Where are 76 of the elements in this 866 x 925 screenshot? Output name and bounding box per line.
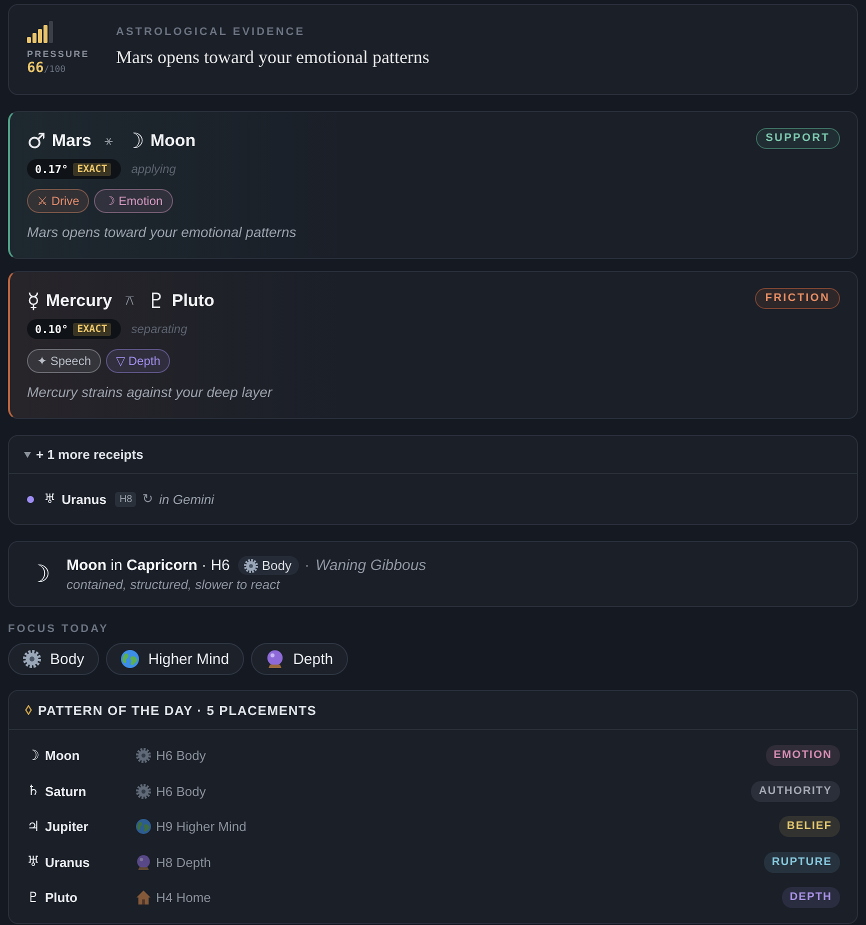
planet-symbol: ♇ <box>27 890 41 906</box>
pattern-title: PATTERN OF THE DAY · 5 PLACEMENTS <box>38 702 317 718</box>
theme-tag: ✦ Speech <box>27 349 102 373</box>
aspect-tone-badge: SUPPORT <box>756 128 840 149</box>
house-label: H9 Higher Mind <box>156 819 246 834</box>
house-label: H6 Body <box>156 748 206 764</box>
more-receipts-toggle[interactable]: + 1 more receipts <box>9 436 857 474</box>
globe-icon <box>121 650 140 668</box>
planet-name: Mars <box>52 131 92 151</box>
gear-icon <box>136 748 151 764</box>
theme-badge: EMOTION <box>766 745 840 766</box>
planet-symbol: ♂ <box>27 129 46 153</box>
planet-name: Uranus <box>45 854 90 870</box>
planet-symbol: ♅ <box>44 492 56 506</box>
planet-name: Jupiter <box>45 819 88 834</box>
planet-symbol: ♃ <box>27 818 41 835</box>
planet-name: Mercury <box>46 291 112 311</box>
section-label: FOCUS TODAY <box>8 623 109 636</box>
exact-badge: EXACT <box>73 162 112 176</box>
theme-badge: AUTHORITY <box>750 780 840 802</box>
gear-icon <box>244 558 258 572</box>
planet-symbol: ☽ <box>27 748 41 764</box>
planet-name: Saturn <box>45 784 86 799</box>
crystal-ball-icon <box>266 650 284 668</box>
planet-symbol: ♅ <box>27 854 41 870</box>
eyebrow-label: ASTROLOGICAL EVIDENCE <box>116 26 306 38</box>
separator: · <box>304 557 310 574</box>
planet-name: Pluto <box>45 890 78 906</box>
house-label: Body <box>262 558 292 573</box>
moon-description: contained, structured, slower to react <box>66 577 282 592</box>
focus-chip[interactable]: Body <box>8 643 100 675</box>
aspect-symbol: ⚹ <box>104 133 113 149</box>
theme-badge: RUPTURE <box>764 852 840 873</box>
planet-name: Moon <box>45 748 80 764</box>
planet-symbol: ♇ <box>147 289 166 313</box>
theme-tag: ⚔ Drive <box>27 189 90 213</box>
theme-tag: ▽ Depth <box>106 349 170 373</box>
pressure-scale: /100 <box>44 64 66 77</box>
crystal-ball-icon <box>136 854 151 870</box>
aspect-symbol: ⚻ <box>125 293 134 309</box>
theme-badge: BELIEF <box>778 816 840 838</box>
gear-icon <box>23 650 41 668</box>
diamond-icon <box>25 705 32 715</box>
focus-chip[interactable]: Depth <box>251 643 348 675</box>
aspect-tone-badge: FRICTION <box>755 288 840 309</box>
theme-tag: ☽ Emotion <box>94 189 173 213</box>
planet-symbol: ☽ <box>126 129 144 153</box>
house-badge: H8 <box>115 492 136 506</box>
house-label: H4 Home <box>156 890 211 906</box>
planet-name: Moon <box>150 131 196 151</box>
globe-icon <box>136 819 151 834</box>
moon-phase: Waning Gibbous <box>316 557 426 574</box>
aspect-summary: Mercury strains against your deep layer <box>27 383 274 401</box>
motion-label: applying <box>131 162 176 176</box>
sign-label: in Gemini <box>159 492 214 506</box>
planet-symbol: ♄ <box>27 783 41 800</box>
retrograde-symbol: ↻ <box>142 492 154 506</box>
orb-value: 0.17° <box>35 162 68 176</box>
moon-placement: Moon in Capricorn · H6 <box>66 557 230 574</box>
aspect-summary: Mars opens toward your emotional patterns <box>27 223 298 241</box>
house-label: H8 Depth <box>156 854 211 870</box>
house-icon <box>136 890 151 906</box>
house-label: H6 Body <box>156 784 206 799</box>
motion-label: separating <box>131 322 188 336</box>
evidence-headline: Mars opens toward your emotional patterns <box>116 46 430 68</box>
planet-symbol: ☿ <box>27 289 40 313</box>
moon-symbol: ☽ <box>29 560 51 588</box>
focus-chip[interactable]: Higher Mind <box>106 643 244 675</box>
pressure-label: PRESSURE <box>27 49 90 60</box>
planet-name: Pluto <box>172 291 214 311</box>
exact-badge: EXACT <box>73 322 112 336</box>
pressure-value: 66 <box>27 60 44 76</box>
planet-name: Uranus <box>62 492 106 506</box>
theme-badge: DEPTH <box>782 887 840 908</box>
gear-icon <box>136 784 151 799</box>
orb-value: 0.10° <box>35 322 68 336</box>
